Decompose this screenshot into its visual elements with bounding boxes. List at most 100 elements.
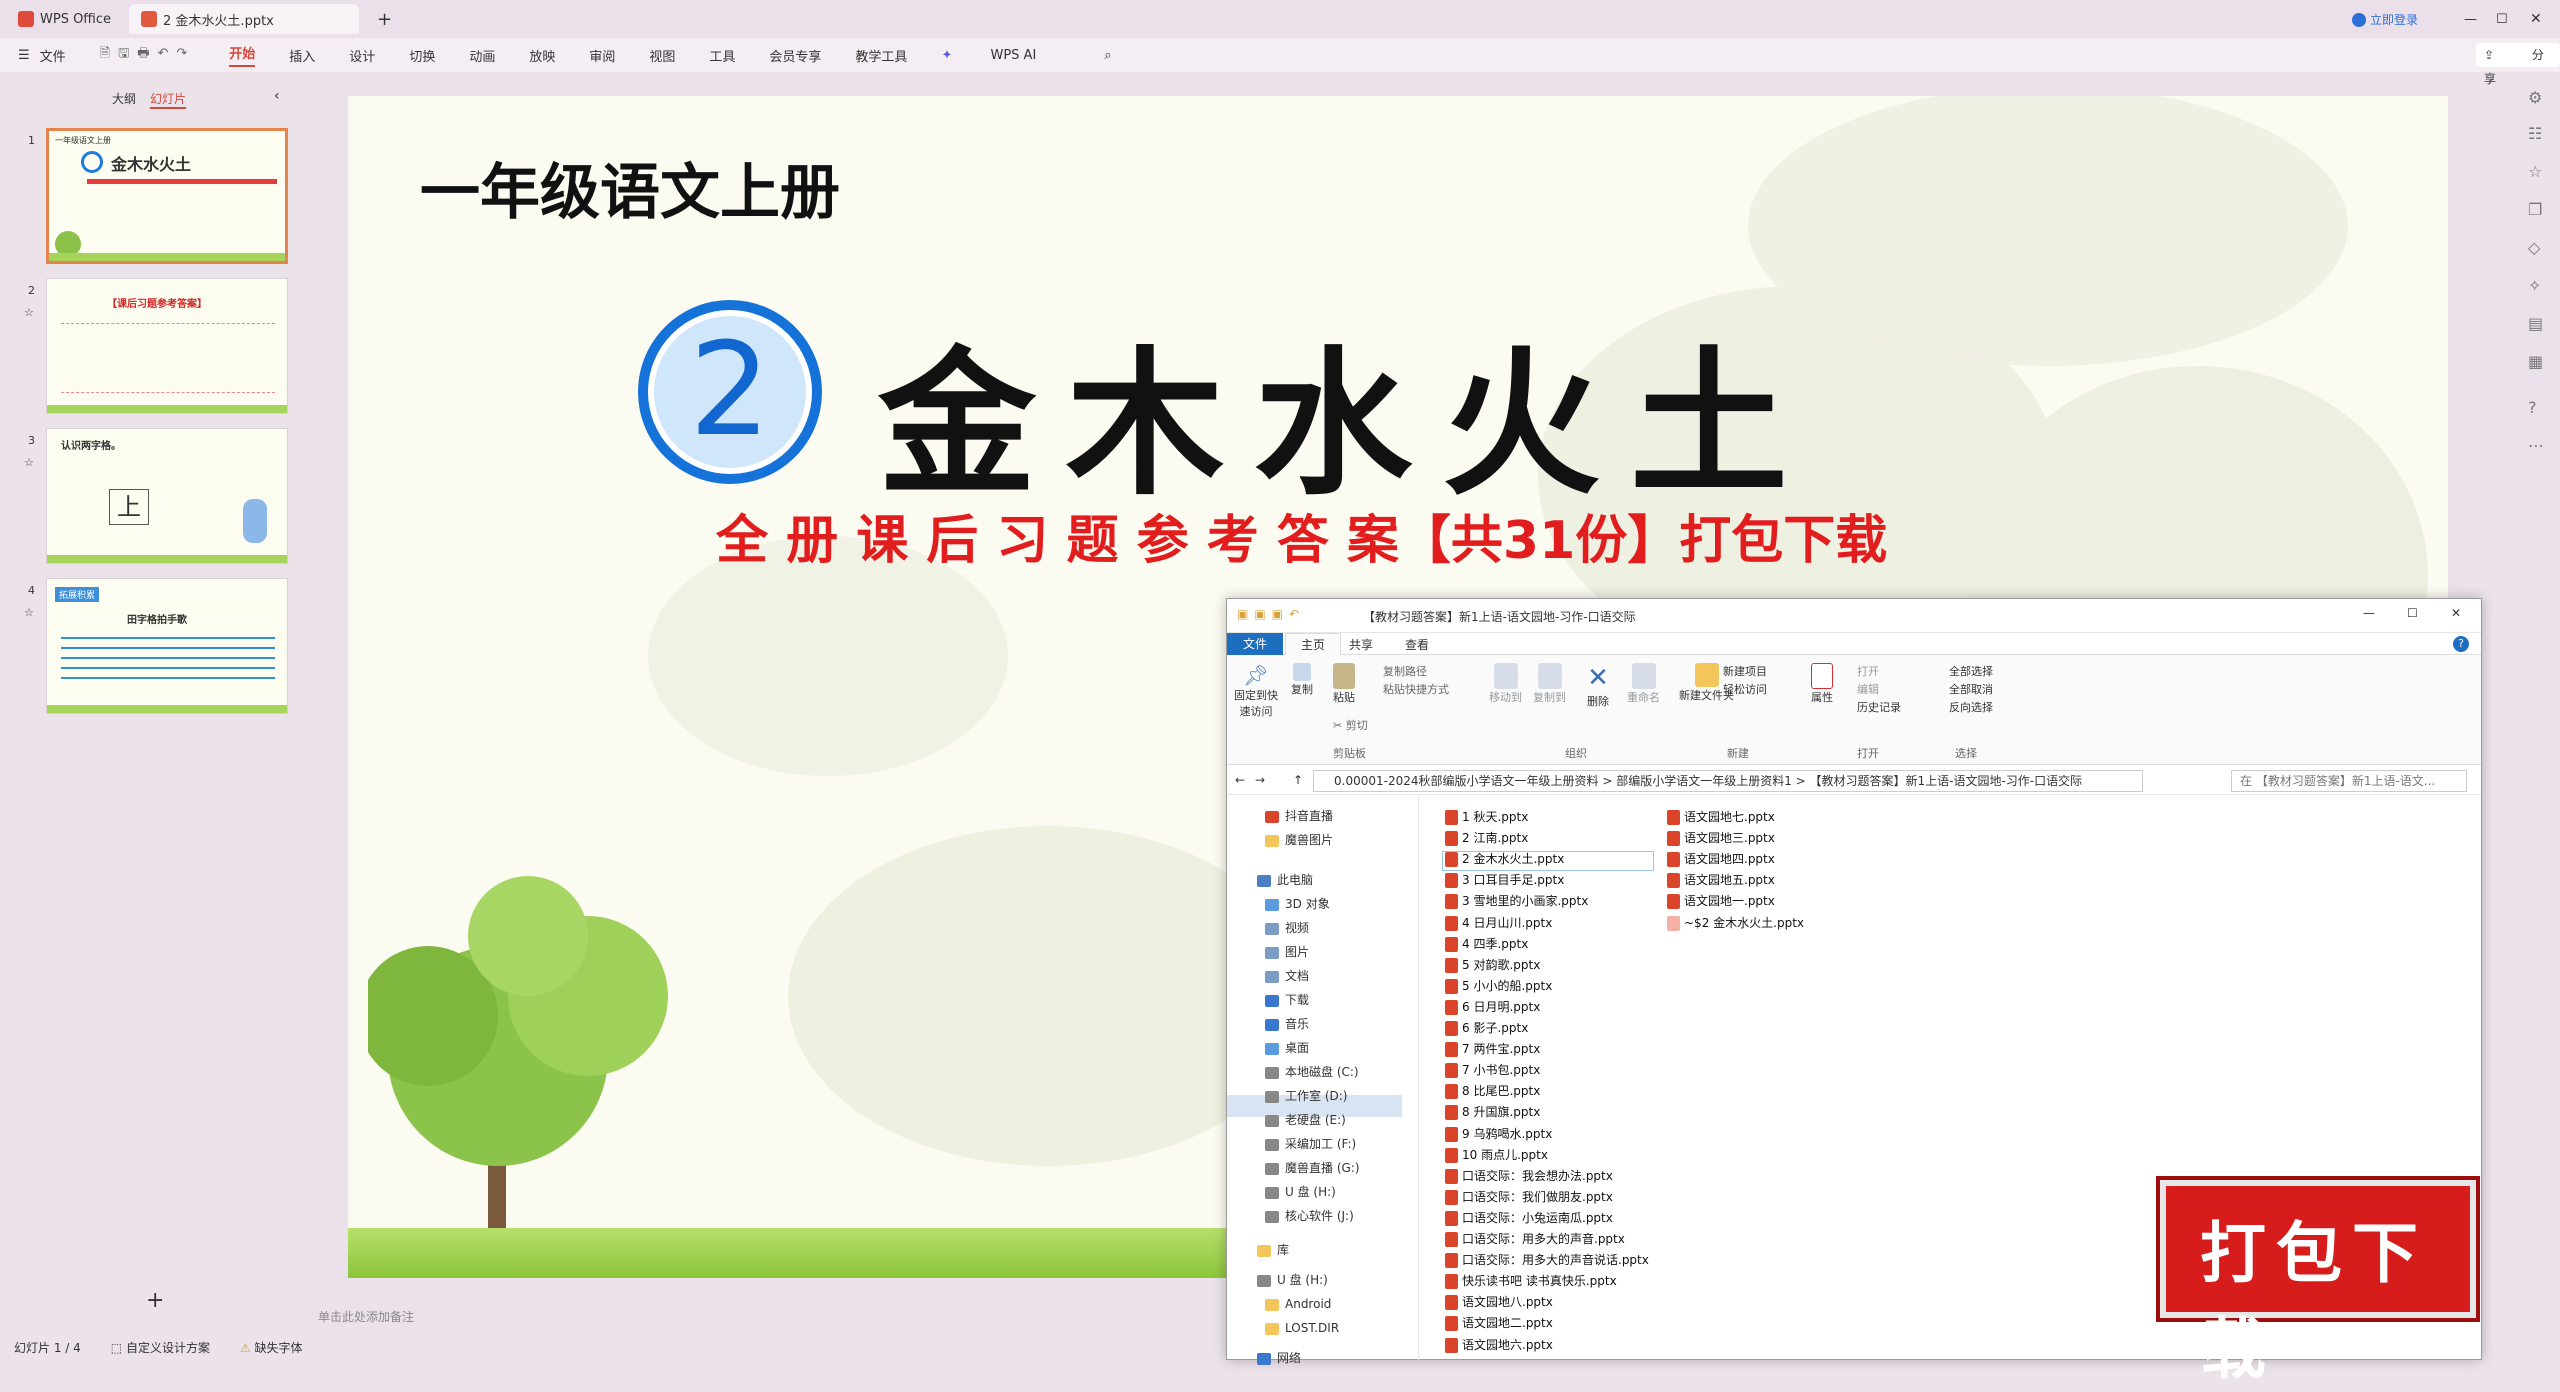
nav-item[interactable]: 老硬盘 (E:) (1265, 1109, 1346, 1131)
layout-icon[interactable]: ▦ (2528, 352, 2543, 371)
nav-item[interactable]: 图片 (1265, 941, 1309, 963)
nav-item[interactable]: 下载 (1265, 989, 1309, 1011)
file-item[interactable]: 语文园地七.pptx (1667, 807, 1775, 827)
nav-item[interactable]: 工作室 (D:) (1265, 1085, 1347, 1107)
explorer-tab-share[interactable]: 共享 (1349, 636, 1373, 653)
nav-item[interactable]: 桌面 (1265, 1037, 1309, 1059)
slide-thumbnail-3[interactable]: 认识两字格。 上 (46, 428, 288, 564)
copy-path-button[interactable]: 复制路径 (1383, 663, 1427, 679)
delete-button[interactable]: ✕ 删除 (1587, 663, 1609, 709)
properties-button[interactable]: 属性 (1811, 663, 1833, 705)
maximize-button[interactable]: ☐ (2496, 12, 2508, 27)
tab-outline[interactable]: 大纲 (112, 90, 136, 107)
file-item[interactable]: 语文园地二.pptx (1445, 1313, 1553, 1333)
slide-thumbnail-2[interactable]: 【课后习题参考答案】 (46, 278, 288, 414)
explorer-search-input[interactable]: 在 【教材习题答案】新1上语-语文... (2231, 770, 2467, 792)
copy-button[interactable]: 复制 (1291, 663, 1313, 697)
forward-arrow-icon[interactable]: → (1255, 773, 1265, 787)
file-item[interactable]: 3 雪地里的小画家.pptx (1445, 891, 1588, 911)
open-button[interactable]: 打开 (1857, 663, 1879, 679)
select-all-button[interactable]: 全部选择 (1949, 663, 1993, 679)
nav-item[interactable]: U 盘 (H:) (1265, 1181, 1336, 1203)
thumb-star-icon[interactable]: ☆ (24, 306, 34, 319)
file-item[interactable]: 1 秋天.pptx (1445, 807, 1528, 827)
hamburger-icon[interactable]: ☰ (18, 48, 30, 63)
tab-review[interactable]: 审阅 (589, 46, 615, 65)
file-item[interactable]: 3 口耳目手足.pptx (1445, 870, 1564, 890)
explorer-tab-file[interactable]: 文件 (1227, 633, 1283, 655)
nav-item[interactable]: 网络 (1257, 1347, 1301, 1369)
file-item[interactable]: 语文园地六.pptx (1445, 1335, 1553, 1355)
file-item[interactable]: 语文园地三.pptx (1667, 828, 1775, 848)
file-item[interactable]: 口语交际：小兔运南瓜.pptx (1445, 1208, 1613, 1228)
nav-item[interactable]: 魔兽图片 (1265, 829, 1333, 851)
book-icon[interactable]: ▤ (2528, 314, 2543, 333)
add-slide-button[interactable]: + (146, 1288, 164, 1313)
explorer-tab-view[interactable]: 查看 (1405, 636, 1429, 653)
file-item[interactable]: 口语交际：我们做朋友.pptx (1445, 1187, 1613, 1207)
tab-view[interactable]: 视图 (649, 46, 675, 65)
file-item[interactable]: 4 四季.pptx (1445, 934, 1528, 954)
thumb-star-icon[interactable]: ☆ (24, 456, 34, 469)
tab-design[interactable]: 设计 (349, 46, 375, 65)
rename-button[interactable]: 重命名 (1627, 663, 1660, 705)
tab-member[interactable]: 会员专享 (769, 46, 821, 65)
tab-home[interactable]: 开始 (229, 43, 256, 67)
file-item[interactable]: 语文园地八.pptx (1445, 1292, 1553, 1312)
nav-item[interactable]: 魔兽直播 (G:) (1265, 1157, 1360, 1179)
copy-to-button[interactable]: 复制到 (1533, 663, 1566, 705)
more-icon[interactable]: ⋯ (2528, 436, 2544, 455)
nav-item[interactable]: 音乐 (1265, 1013, 1309, 1035)
missing-font-button[interactable]: ⚠ 缺失字体 (240, 1339, 303, 1356)
notes-placeholder[interactable]: 单击此处添加备注 (318, 1308, 414, 1325)
tab-slideshow[interactable]: 放映 (529, 46, 555, 65)
tab-animation[interactable]: 动画 (469, 46, 495, 65)
invert-selection-button[interactable]: 反向选择 (1949, 699, 1993, 715)
file-item[interactable]: 口语交际：用多大的声音.pptx (1445, 1229, 1625, 1249)
file-item[interactable]: 7 两件宝.pptx (1445, 1039, 1540, 1059)
help-icon[interactable]: ? (2528, 398, 2537, 417)
file-item[interactable]: 4 日月山川.pptx (1445, 913, 1552, 933)
new-item-button[interactable]: 新建项目 (1723, 663, 1767, 679)
file-item[interactable]: 8 比尾巴.pptx (1445, 1081, 1540, 1101)
select-none-button[interactable]: 全部取消 (1949, 681, 1993, 697)
file-item[interactable]: 10 雨点儿.pptx (1445, 1145, 1548, 1165)
file-item[interactable]: 6 影子.pptx (1445, 1018, 1528, 1038)
file-item[interactable]: 语文园地五.pptx (1667, 870, 1775, 890)
magic-icon[interactable]: ✧ (2528, 276, 2541, 295)
file-item[interactable]: ~$2 金木水火土.pptx (1667, 913, 1804, 933)
explorer-minimize-button[interactable]: — (2363, 606, 2375, 620)
file-item[interactable]: 9 乌鸦喝水.pptx (1445, 1124, 1552, 1144)
nav-item[interactable]: 视频 (1265, 917, 1309, 939)
wps-home-tab[interactable]: WPS Office (6, 4, 123, 34)
star-icon[interactable]: ☆ (2528, 162, 2542, 181)
help-circle-icon[interactable]: ? (2453, 636, 2469, 652)
design-scheme-button[interactable]: ⬚ 自定义设计方案 (111, 1339, 210, 1356)
address-bar[interactable]: 0.00001-2024秋部编版小学语文一年级上册资料 > 部编版小学语文一年级… (1313, 770, 2143, 792)
nav-item[interactable]: 此电脑 (1257, 869, 1313, 891)
file-item[interactable]: 语文园地一.pptx (1667, 891, 1775, 911)
copy-icon[interactable]: ❐ (2528, 200, 2542, 219)
file-item[interactable]: 口语交际：我会想办法.pptx (1445, 1166, 1613, 1186)
explorer-tab-home[interactable]: 主页 (1285, 633, 1341, 655)
tab-insert[interactable]: 插入 (289, 46, 315, 65)
nav-item[interactable]: LOST.DIR (1265, 1317, 1339, 1339)
path-segment[interactable]: 【教材习题答案】新1上语-语文园地-习作-口语交际 (1810, 774, 2083, 788)
file-item[interactable]: 语文园地四.pptx (1667, 849, 1775, 869)
close-button[interactable]: ✕ (2530, 11, 2542, 27)
back-arrow-icon[interactable]: ← (1235, 773, 1245, 787)
file-item[interactable]: 7 小书包.pptx (1445, 1060, 1540, 1080)
minimize-button[interactable]: — (2464, 12, 2477, 27)
history-button[interactable]: 历史记录 (1857, 699, 1901, 715)
tab-tools[interactable]: 工具 (709, 46, 735, 65)
search-icon[interactable]: ⌕ (1104, 48, 1111, 63)
tab-slides[interactable]: 幻灯片 (150, 90, 187, 109)
file-item[interactable]: 口语交际：用多大的声音说话.pptx (1445, 1250, 1649, 1270)
nav-item[interactable]: U 盘 (H:) (1257, 1269, 1328, 1291)
nav-item[interactable]: 抖音直播 (1265, 805, 1333, 827)
slide-thumbnail-4[interactable]: 拓展积累 田字格拍手歌 (46, 578, 288, 714)
nav-item[interactable]: 采编加工 (F:) (1265, 1133, 1356, 1155)
path-segment[interactable]: 部编版小学语文一年级上册资料1 (1616, 774, 1792, 788)
tab-transition[interactable]: 切换 (409, 46, 435, 65)
file-item[interactable]: 5 对韵歌.pptx (1445, 955, 1540, 975)
